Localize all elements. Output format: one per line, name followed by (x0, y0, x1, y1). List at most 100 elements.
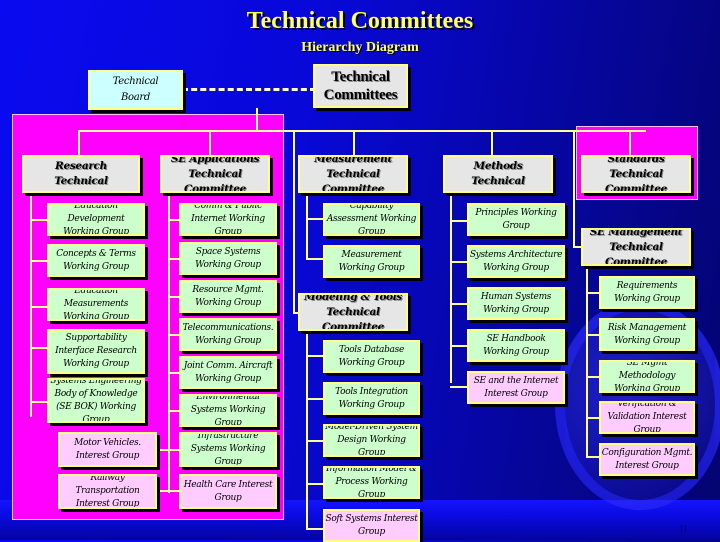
group-box[interactable]: SE and the Internet Interest Group (467, 371, 565, 404)
group-box[interactable]: Comm & Public Internet Working Group (179, 203, 277, 236)
connector (306, 355, 324, 357)
connector (256, 108, 258, 130)
group-label: Infrastructure Systems Working Group (190, 432, 266, 467)
committee-line1: Education & Research (55, 160, 107, 172)
committee-se-applications[interactable]: SE Applications Technical Committee (160, 155, 270, 193)
connector (586, 376, 600, 378)
connector (30, 260, 48, 262)
group-box[interactable]: Joint Comm. Aircraft Working Group (179, 356, 277, 389)
group-label: Measurement Working Group (338, 249, 405, 273)
group-box[interactable]: Soft Systems Interest Group (323, 509, 420, 542)
committee-label: Education & Research Technical Committee (24, 157, 138, 191)
group-box[interactable]: Measurement Working Group (323, 245, 420, 278)
connector (629, 130, 631, 156)
group-label: Railway Transportation Interest Group (75, 474, 140, 509)
committee-label: Standards Technical Committee (583, 155, 689, 191)
connector (450, 345, 468, 347)
connector (156, 490, 180, 492)
group-label: Resource Mgmt. Working Group (192, 284, 264, 308)
group-box[interactable]: Requirements Working Group (599, 276, 695, 309)
group-box[interactable]: Principles Working Group (467, 203, 565, 236)
group-box[interactable]: Systems & Supportability Interface Resea… (47, 329, 145, 374)
connector (306, 398, 324, 400)
technical-board-box[interactable]: Technical Board (88, 70, 183, 110)
committee-modeling-tools[interactable]: Modeling & Tools Technical Committee (298, 293, 408, 331)
committee-line2: Technical Committee (322, 167, 384, 193)
group-box[interactable]: Railway Transportation Interest Group (58, 474, 157, 509)
group-box[interactable]: Education Measurements Working Group (47, 288, 145, 321)
connector (78, 130, 646, 132)
group-box[interactable]: Risk Management Working Group (599, 318, 695, 351)
group-box[interactable]: Configuration Mgmt. Interest Group (599, 443, 695, 476)
group-label: Model-Driven System Design Working Group (325, 424, 418, 457)
group-label: SE Mgmt Methodology Working Group (614, 360, 680, 393)
committee-line2: Technical Committee (322, 305, 384, 331)
committee-line1: Modeling & Tools (303, 293, 403, 303)
connector (586, 417, 600, 419)
committee-line2: Technical Committee (50, 175, 112, 191)
connector (306, 218, 324, 220)
group-box[interactable]: Environmental Systems Working Group (179, 394, 277, 427)
group-box[interactable]: Systems Architecture Working Group (467, 245, 565, 278)
group-box[interactable]: Telecommunications. Working Group (179, 318, 277, 351)
group-label: Education Development Working Group (63, 203, 129, 236)
group-box[interactable]: Concepts & Terms Working Group (47, 244, 145, 277)
committee-standards[interactable]: Standards Technical Committee (581, 155, 691, 193)
page-subtitle: Hierarchy Diagram (301, 40, 419, 55)
connector (156, 449, 180, 451)
group-label: Requirements Working Group (614, 280, 680, 304)
connector (450, 303, 468, 305)
connector (450, 220, 468, 222)
connector (306, 330, 308, 530)
connector (168, 193, 170, 493)
group-box[interactable]: Verification & Validation Interest Group (599, 401, 695, 434)
group-label: Verification & Validation Interest Group (607, 401, 687, 434)
group-label: Information Model & Process Working Grou… (326, 466, 417, 499)
connector (450, 386, 468, 388)
page-number: 11 (679, 524, 688, 534)
group-label: Capability Assessment Working Group (326, 203, 417, 236)
group-label: Human Systems Working Group (480, 291, 552, 315)
group-box[interactable]: Model-Driven System Design Working Group (323, 424, 420, 457)
group-label: SE and the Internet Interest Group (473, 375, 559, 399)
group-label: Systems Architecture Working Group (469, 249, 563, 273)
group-label: Tools Integration Working Group (335, 386, 408, 410)
committee-se-management[interactable]: SE Management Technical Committee (581, 228, 691, 266)
group-box[interactable]: Space Systems Working Group (179, 242, 277, 275)
page-title: Technical Committees (246, 8, 474, 34)
group-box[interactable]: Resource Mgmt. Working Group (179, 280, 277, 313)
group-box[interactable]: Tools Integration Working Group (323, 382, 420, 415)
connector (586, 334, 600, 336)
committee-education-research[interactable]: Education & Research Technical Committee (22, 155, 140, 193)
committee-label: Modeling & Tools Technical Committee (300, 293, 406, 331)
group-box[interactable]: SE Handbook Working Group (467, 329, 565, 362)
connector (353, 130, 355, 156)
group-box[interactable]: Systems Engineering Body of Knowledge (S… (47, 378, 145, 423)
group-box[interactable]: Human Systems Working Group (467, 287, 565, 320)
group-box[interactable]: Motor Vehicles. Interest Group (58, 432, 157, 467)
group-box[interactable]: Health Care Interest Group (179, 474, 277, 509)
group-box[interactable]: Information Model & Process Working Grou… (323, 466, 420, 499)
root-label: Technical Committees (323, 69, 398, 103)
group-box[interactable]: Capability Assessment Working Group (323, 203, 420, 236)
technical-committees-root[interactable]: Technical Committees (313, 64, 408, 108)
connector (30, 347, 48, 349)
technical-board-label: Technical Board (112, 76, 159, 103)
committee-label: Process & Methods Technical Committee (445, 157, 551, 191)
group-label: Soft Systems Interest Group (325, 513, 418, 537)
group-box[interactable]: Tools Database Working Group (323, 340, 420, 373)
connector (586, 456, 600, 458)
committee-measurement[interactable]: Measurement Technical Committee (298, 155, 408, 193)
group-box[interactable]: Education Development Working Group (47, 203, 145, 236)
group-box[interactable]: SE Mgmt Methodology Working Group (599, 360, 695, 393)
group-label: Tools Database Working Group (338, 344, 405, 368)
committee-line1: SE Management (589, 228, 683, 238)
group-box[interactable]: Infrastructure Systems Working Group (179, 432, 277, 467)
committee-label: Measurement Technical Committee (300, 157, 406, 193)
group-label: Risk Management Working Group (607, 322, 687, 346)
group-label: Environmental Systems Working Group (190, 394, 266, 427)
group-label: Space Systems Working Group (195, 246, 261, 270)
committee-process-methods[interactable]: Process & Methods Technical Committee (443, 155, 553, 193)
committee-line1: Standards (607, 155, 665, 165)
connector (209, 130, 211, 156)
